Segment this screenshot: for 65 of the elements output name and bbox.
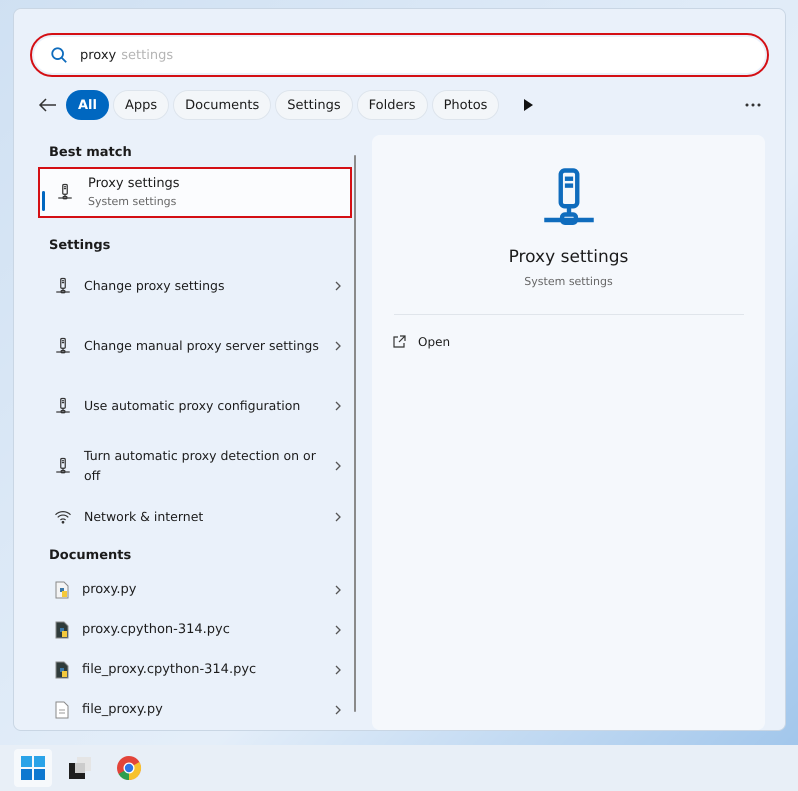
- chevron-right-icon: [334, 624, 342, 636]
- filter-tab[interactable]: Photos: [432, 90, 500, 120]
- document-result[interactable]: proxy.cpython-314.pyc: [34, 610, 364, 650]
- network-server-icon: [54, 276, 72, 295]
- filter-tab[interactable]: Settings: [275, 90, 353, 120]
- chevron-right-icon: [334, 704, 342, 716]
- chevron-right-icon: [334, 584, 342, 596]
- chevron-right-icon: [334, 280, 342, 292]
- detail-title: Proxy settings: [508, 247, 628, 267]
- document-result[interactable]: file_proxy.cpython-314.pyc: [34, 650, 364, 690]
- network-server-icon: [56, 183, 74, 202]
- result-label: file_proxy.py: [82, 701, 164, 720]
- open-button[interactable]: Open: [384, 327, 458, 357]
- chevron-right-icon: [334, 664, 342, 676]
- settings-result[interactable]: Change proxy settings: [34, 256, 364, 316]
- filter-tab[interactable]: All: [66, 90, 109, 120]
- search-suggestion: settings: [121, 48, 174, 62]
- play-icon: [523, 99, 534, 111]
- python-file-icon: [54, 581, 70, 600]
- result-title: Proxy settings: [88, 176, 180, 192]
- document-result[interactable]: file_proxy.py: [34, 690, 364, 730]
- detail-subtitle: System settings: [524, 275, 613, 288]
- back-arrow-icon: [38, 97, 58, 113]
- network-server-icon: [54, 456, 72, 475]
- settings-result[interactable]: Turn automatic proxy detection on or off: [34, 436, 364, 496]
- result-label: Change proxy settings: [84, 276, 226, 295]
- result-subtitle: System settings: [88, 195, 178, 208]
- python-file-icon: [54, 621, 70, 640]
- settings-result[interactable]: Network & internet: [34, 496, 364, 538]
- windows-logo-icon: [21, 756, 45, 780]
- result-label: Use automatic proxy configuration: [84, 396, 302, 415]
- result-label: Turn automatic proxy detection on or off: [84, 446, 317, 485]
- task-view-icon: [69, 757, 93, 779]
- chevron-right-icon: [334, 400, 342, 412]
- search-icon: [50, 46, 68, 64]
- document-result[interactable]: proxy.py: [34, 570, 364, 610]
- filter-tab[interactable]: Apps: [112, 90, 170, 120]
- result-label: Network & internet: [84, 508, 204, 526]
- result-label: file_proxy.cpython-314.pyc: [82, 661, 258, 680]
- filter-tab[interactable]: Folders: [356, 90, 428, 120]
- search-text: proxy: [80, 48, 116, 62]
- network-server-icon: [54, 336, 72, 355]
- external-link-icon: [392, 335, 406, 349]
- network-server-icon: [54, 396, 72, 415]
- wifi-icon: [54, 510, 72, 524]
- more-icon: [745, 103, 761, 107]
- chevron-right-icon: [334, 460, 342, 472]
- start-button[interactable]: [14, 749, 52, 787]
- chevron-right-icon: [334, 340, 342, 352]
- python-file-icon: [54, 661, 70, 680]
- result-label: Change manual proxy server settings: [84, 336, 320, 355]
- best-match-item[interactable]: Proxy settings System settings: [38, 166, 352, 218]
- settings-result[interactable]: Use automatic proxy configuration: [34, 376, 364, 436]
- document-icon: [54, 701, 70, 720]
- result-label: proxy.py: [82, 581, 138, 600]
- result-label: proxy.cpython-314.pyc: [82, 621, 231, 640]
- section-heading: Documents: [48, 546, 132, 565]
- settings-result[interactable]: Change manual proxy server settings: [34, 316, 364, 376]
- filter-tab[interactable]: Documents: [173, 90, 272, 120]
- section-heading: Best match: [48, 144, 133, 162]
- scrollbar[interactable]: [354, 155, 356, 712]
- section-heading: Settings: [48, 237, 112, 256]
- search-field[interactable]: proxy settings: [34, 37, 765, 73]
- chevron-right-icon: [334, 510, 342, 523]
- browser-icon: [116, 755, 142, 781]
